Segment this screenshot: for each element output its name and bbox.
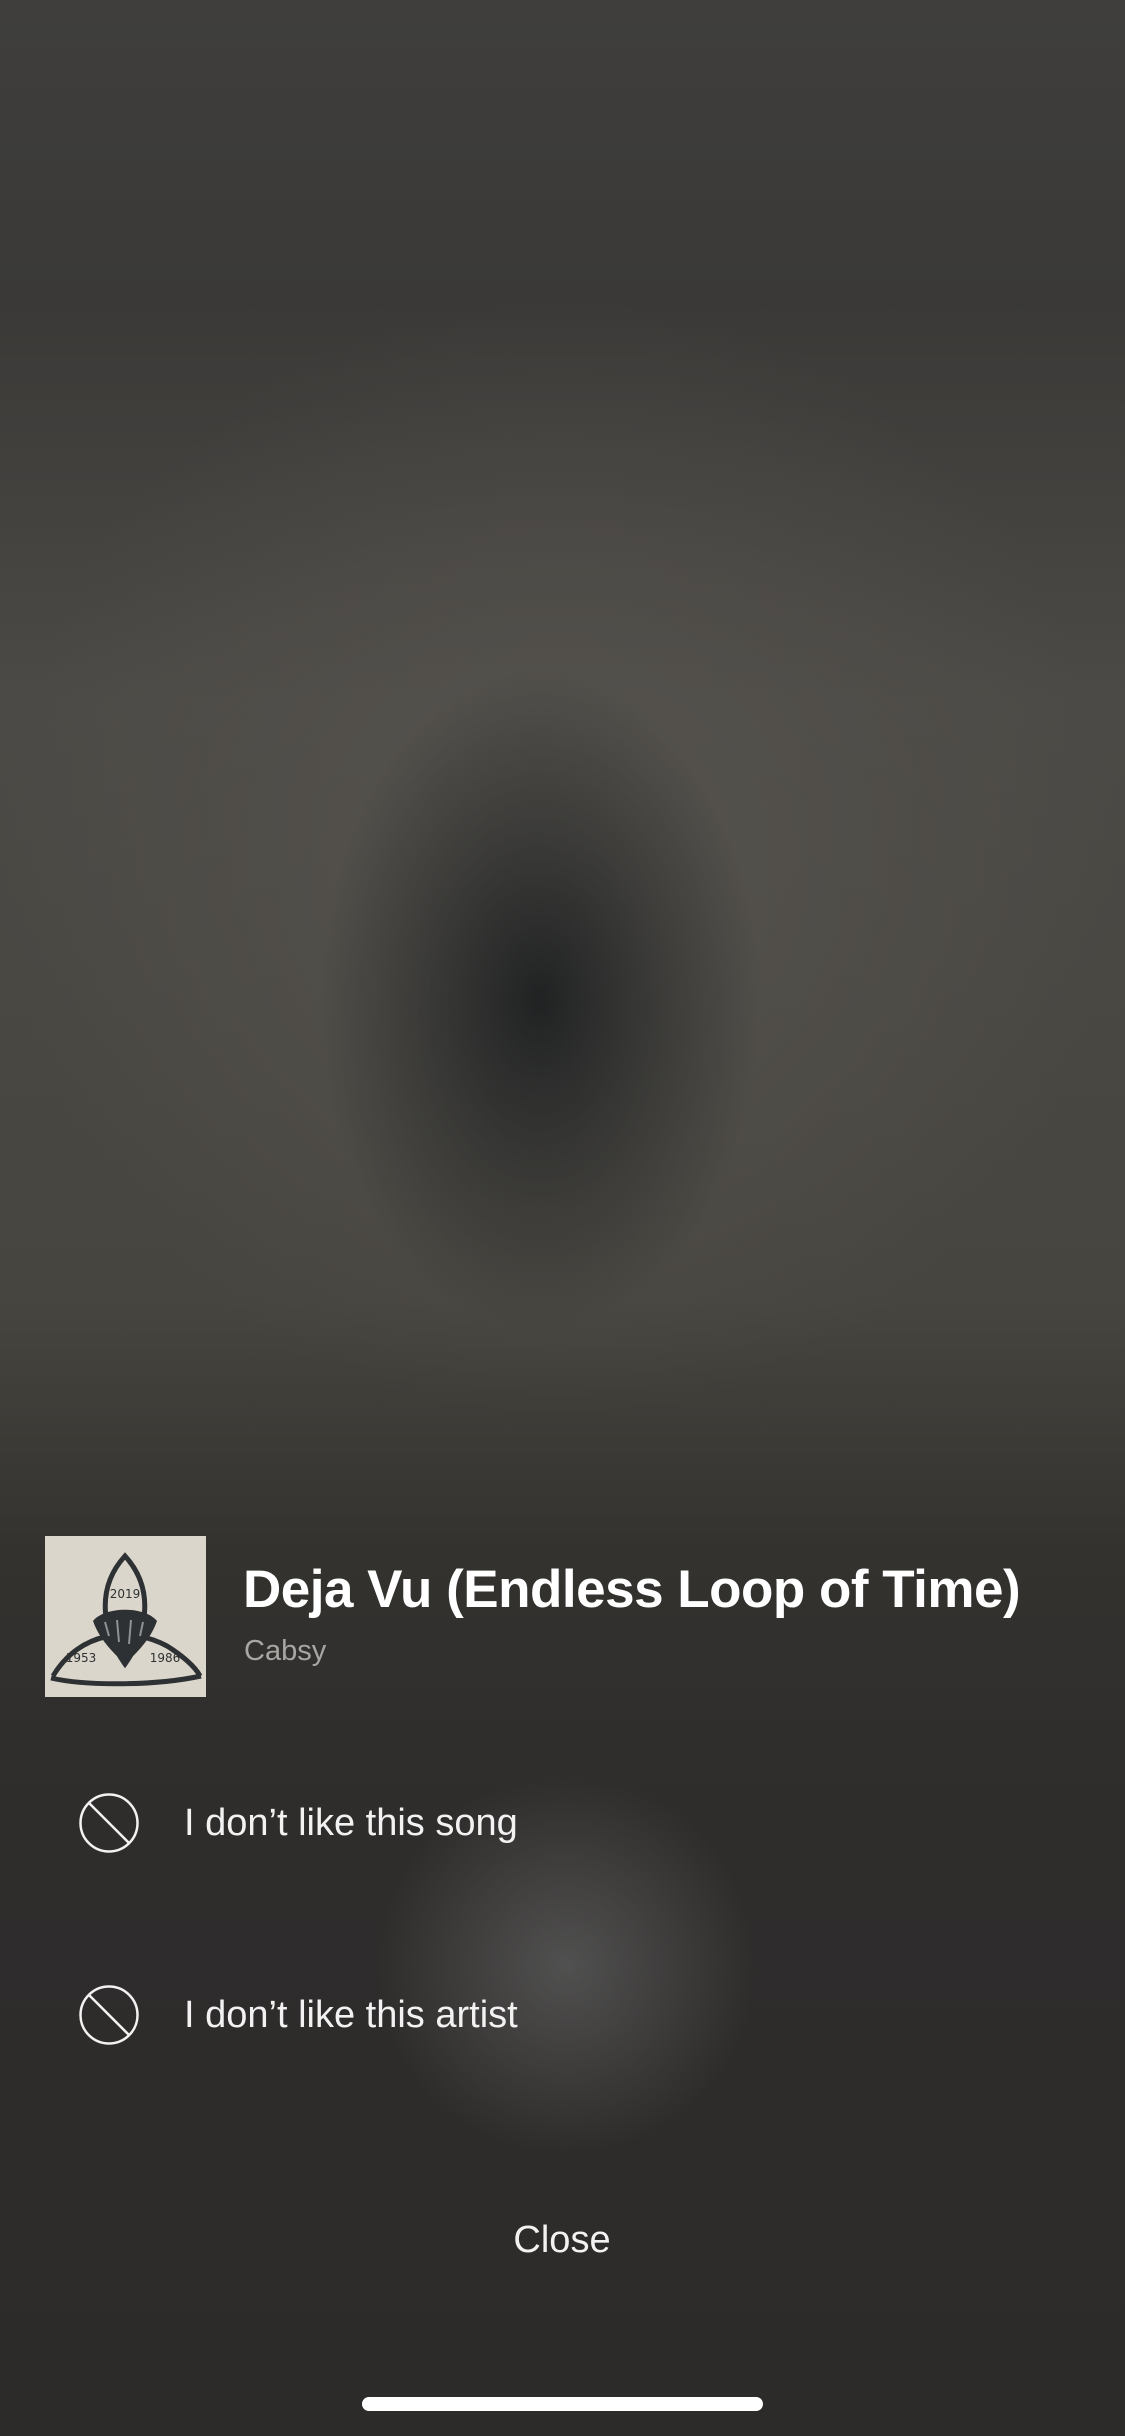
block-icon xyxy=(78,1792,140,1854)
home-indicator[interactable] xyxy=(362,2397,763,2411)
dislike-song-option[interactable]: I don’t like this song xyxy=(0,1762,1125,1882)
track-title: Deja Vu (Endless Loop of Time) xyxy=(243,1560,1021,1619)
dislike-artist-label: I don’t like this artist xyxy=(184,1994,518,2036)
artwork-year-top: 2019 xyxy=(110,1587,141,1601)
dislike-artist-option[interactable]: I don’t like this artist xyxy=(0,1954,1125,2074)
artwork-year-right: 1986 xyxy=(150,1651,181,1665)
close-button[interactable]: Close xyxy=(412,2205,712,2275)
album-artwork-thumbnail: 2019 1953 1986 xyxy=(45,1536,206,1697)
block-icon xyxy=(78,1984,140,2046)
artwork-year-left: 1953 xyxy=(66,1651,97,1665)
track-artist: Cabsy xyxy=(244,1635,327,1667)
dislike-song-label: I don’t like this song xyxy=(184,1802,518,1844)
